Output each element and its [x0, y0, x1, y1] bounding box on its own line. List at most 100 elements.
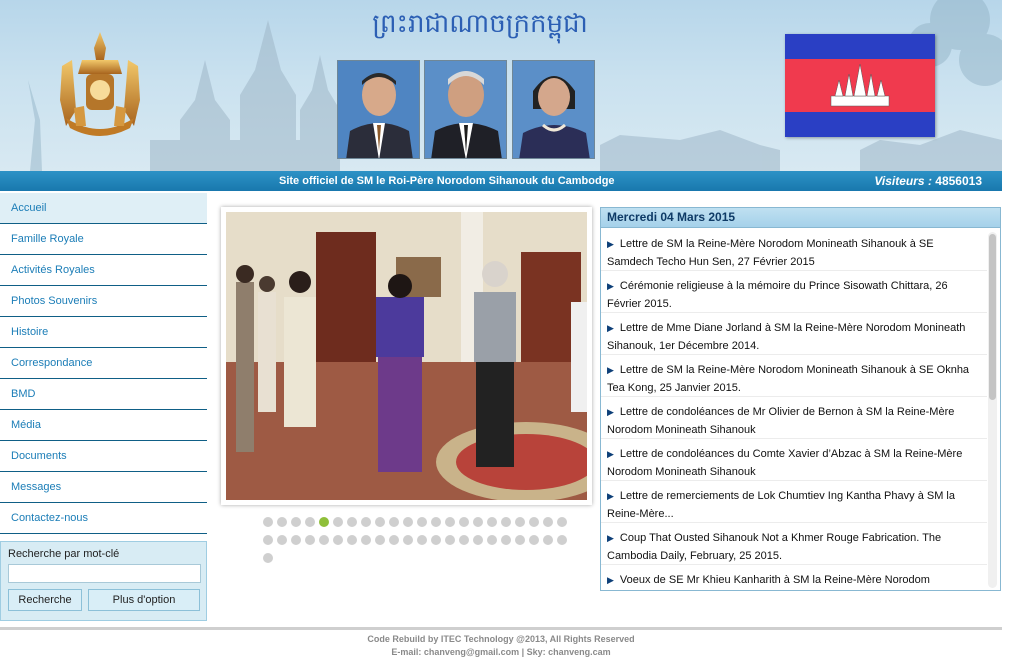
- slideshow-dot[interactable]: [291, 535, 301, 545]
- portrait-king-father: [424, 60, 507, 159]
- footer: Code Rebuild by ITEC Technology @2013, A…: [0, 633, 1002, 658]
- slideshow-dot[interactable]: [333, 535, 343, 545]
- slideshow-dot[interactable]: [473, 517, 483, 527]
- nav-item-messages[interactable]: Messages: [0, 472, 207, 503]
- slideshow-dot[interactable]: [347, 535, 357, 545]
- footer-divider: [0, 627, 1002, 630]
- slideshow-dot[interactable]: [319, 535, 329, 545]
- slideshow-dot[interactable]: [501, 535, 511, 545]
- news-item-title: Lettre de Mme Diane Jorland à SM la Rein…: [607, 322, 966, 352]
- slideshow-dot[interactable]: [347, 517, 357, 527]
- news-item[interactable]: ▶ Lettre de condoléances du Comte Xavier …: [601, 439, 987, 481]
- slideshow-dot[interactable]: [459, 517, 469, 527]
- arrow-right-icon: ▶: [607, 239, 614, 249]
- portrait-queen-mother: [512, 60, 595, 159]
- nav-item-famille-royale[interactable]: Famille Royale: [0, 224, 207, 255]
- slideshow-dot[interactable]: [487, 535, 497, 545]
- slideshow-dot[interactable]: [473, 535, 483, 545]
- slideshow-dot[interactable]: [277, 535, 287, 545]
- news-item-title: Cérémonie religieuse à la mémoire du Pri…: [607, 280, 948, 310]
- slideshow-dot[interactable]: [417, 535, 427, 545]
- slideshow-dot[interactable]: [417, 517, 427, 527]
- visitors-label: Visiteurs :: [874, 174, 932, 188]
- slideshow-dot[interactable]: [543, 535, 553, 545]
- slideshow-dot[interactable]: [431, 517, 441, 527]
- slideshow-dot[interactable]: [515, 535, 525, 545]
- slideshow-dot[interactable]: [557, 517, 567, 527]
- slideshow-dot[interactable]: [529, 517, 539, 527]
- slideshow-dot[interactable]: [557, 535, 567, 545]
- nav-item-documents[interactable]: Documents: [0, 441, 207, 472]
- visitor-counter: Visiteurs : 4856013: [874, 174, 982, 188]
- slideshow-dot[interactable]: [291, 517, 301, 527]
- slideshow-dot[interactable]: [515, 517, 525, 527]
- slideshow-dot[interactable]: [389, 535, 399, 545]
- news-item-title: Voeux de SE Mr Khieu Kanharith à SM la R…: [619, 574, 930, 586]
- sidebar: Accueil Famille Royale Activités Royales…: [0, 193, 207, 621]
- news-date-header: Mercredi 04 Mars 2015: [601, 208, 1000, 228]
- slideshow-dot[interactable]: [375, 517, 385, 527]
- news-item[interactable]: ▶ Lettre de condoléances de Mr Olivier de…: [601, 397, 987, 439]
- slideshow-dot[interactable]: [487, 517, 497, 527]
- slideshow-dot[interactable]: [431, 535, 441, 545]
- nav-item-accueil[interactable]: Accueil: [0, 193, 207, 224]
- slideshow-dot[interactable]: [389, 517, 399, 527]
- news-item-title: Lettre de SM la Reine-Mère Norodom Monin…: [607, 238, 934, 268]
- royal-emblem-logo: [60, 32, 140, 136]
- slideshow-dot[interactable]: [445, 517, 455, 527]
- news-item[interactable]: ▶ Lettre de SM la Reine-Mère Norodom Moni…: [601, 355, 987, 397]
- news-item[interactable]: ▶ Lettre de SM la Reine-Mère Norodom Moni…: [601, 229, 987, 271]
- slideshow-dot[interactable]: [333, 517, 343, 527]
- nav-item-correspondance[interactable]: Correspondance: [0, 348, 207, 379]
- slideshow-dot[interactable]: [319, 517, 329, 527]
- nav-item-bmd[interactable]: BMD: [0, 379, 207, 410]
- arrow-right-icon: ▶: [607, 449, 614, 459]
- scrollbar-thumb[interactable]: [989, 234, 996, 400]
- more-options-button[interactable]: Plus d'option: [88, 589, 200, 611]
- cambodia-flag: [785, 34, 935, 137]
- search-input[interactable]: [8, 564, 201, 583]
- slideshow-dot[interactable]: [277, 517, 287, 527]
- keyword-search-panel: Recherche par mot-clé Recherche Plus d'o…: [0, 541, 207, 621]
- portrait-king: [337, 60, 420, 159]
- slideshow-dot[interactable]: [305, 517, 315, 527]
- slideshow-dot[interactable]: [263, 535, 273, 545]
- nav-item-activites-royales[interactable]: Activités Royales: [0, 255, 207, 286]
- slideshow-dot[interactable]: [361, 535, 371, 545]
- slideshow-dot[interactable]: [529, 535, 539, 545]
- arrow-right-icon: ▶: [607, 575, 614, 585]
- nav-item-media[interactable]: Média: [0, 410, 207, 441]
- khmer-kingdom-title: ព្រះរាជាណាចក្រកម្ពុជា: [372, 9, 587, 44]
- nav-item-contactez-nous[interactable]: Contactez-nous: [0, 503, 207, 534]
- news-item[interactable]: ▶ Voeux de SE Mr Khieu Kanharith à SM la …: [601, 565, 987, 590]
- news-item[interactable]: ▶ Coup That Ousted Sihanouk Not a Khmer R…: [601, 523, 987, 565]
- slideshow-dot[interactable]: [445, 535, 455, 545]
- arrow-right-icon: ▶: [607, 491, 614, 501]
- news-item-title: Lettre de SM la Reine-Mère Norodom Monin…: [607, 364, 970, 394]
- news-item[interactable]: ▶ Lettre de Mme Diane Jorland à SM la Rei…: [601, 313, 987, 355]
- slideshow-dot[interactable]: [263, 517, 273, 527]
- arrow-right-icon: ▶: [607, 365, 614, 375]
- search-button[interactable]: Recherche: [8, 589, 82, 611]
- reception-photo: [226, 212, 587, 500]
- nav-item-histoire[interactable]: Histoire: [0, 317, 207, 348]
- nav-item-photos-souvenirs[interactable]: Photos Souvenirs: [0, 286, 207, 317]
- search-label: Recherche par mot-clé: [8, 548, 120, 560]
- slideshow-dot[interactable]: [543, 517, 553, 527]
- slideshow-dot[interactable]: [403, 535, 413, 545]
- slideshow-dot[interactable]: [263, 553, 273, 563]
- slideshow-dot[interactable]: [361, 517, 371, 527]
- news-list: ▶ Lettre de SM la Reine-Mère Norodom Moni…: [601, 229, 987, 590]
- slideshow-dot[interactable]: [305, 535, 315, 545]
- slideshow-dot[interactable]: [459, 535, 469, 545]
- slideshow-dot[interactable]: [375, 535, 385, 545]
- slideshow-dot[interactable]: [403, 517, 413, 527]
- news-item-title: Lettre de condoléances de Mr Olivier de …: [607, 406, 955, 436]
- news-item[interactable]: ▶ Lettre de remerciements de Lok Chumtiev…: [601, 481, 987, 523]
- site-header: ព្រះរាជាណាចក្រកម្ពុជា: [0, 0, 1002, 171]
- news-scrollbar[interactable]: [988, 232, 997, 588]
- news-item[interactable]: ▶ Cérémonie religieuse à la mémoire du Pr…: [601, 271, 987, 313]
- footer-credits: Code Rebuild by ITEC Technology @2013, A…: [367, 634, 635, 644]
- slideshow-dot[interactable]: [501, 517, 511, 527]
- footer-contact: E-mail: chanveng@gmail.com | Sky: chanve…: [391, 647, 611, 657]
